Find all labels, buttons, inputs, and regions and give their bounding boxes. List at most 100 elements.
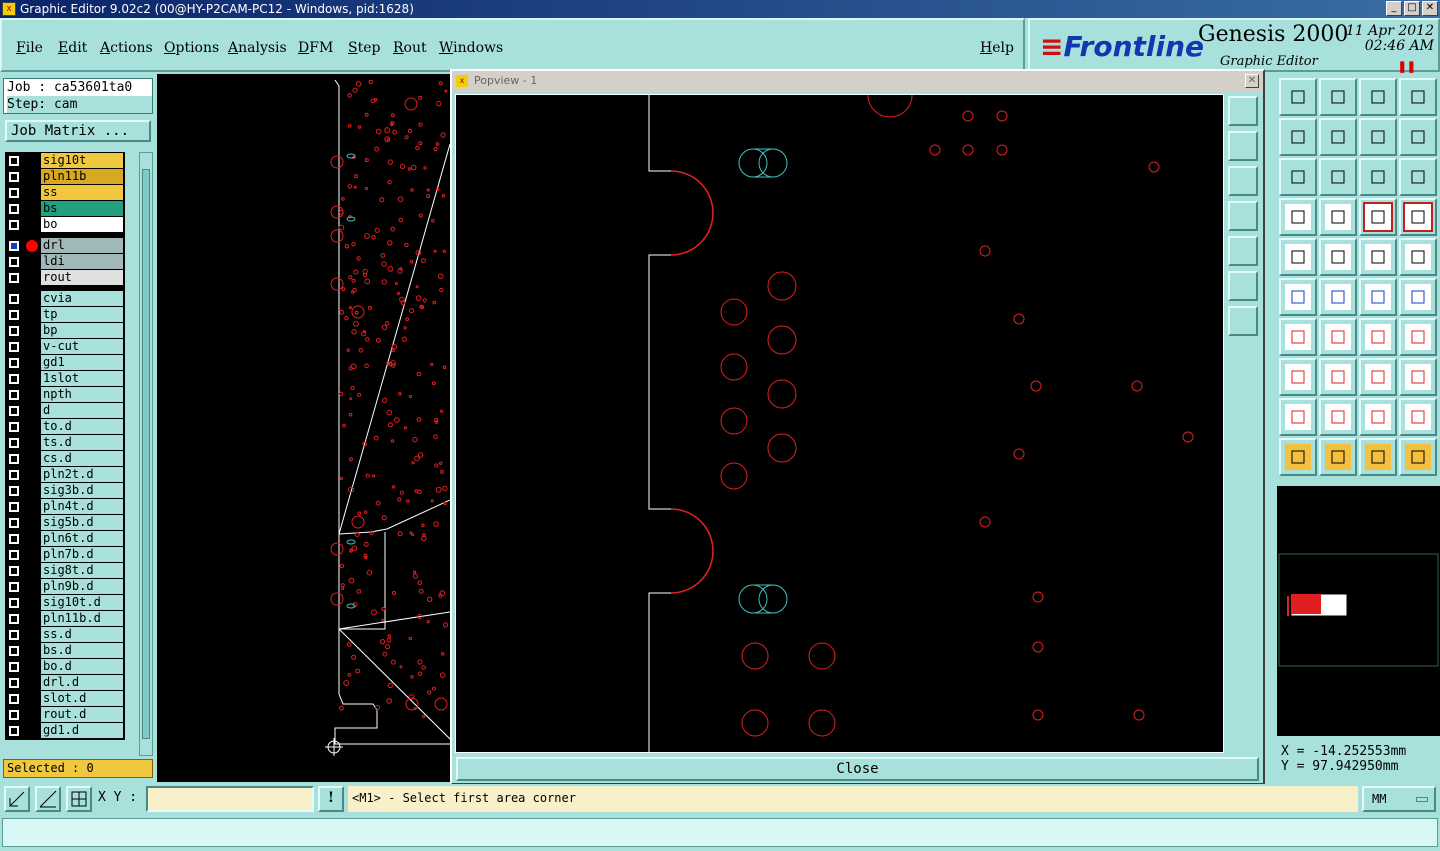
layer-name[interactable]: sig5b.d <box>41 515 123 530</box>
layer-name[interactable]: gd1.d <box>41 723 123 738</box>
layer-row[interactable]: pln11b <box>5 169 125 185</box>
layer-name[interactable]: cvia <box>41 291 123 306</box>
pan-left-icon[interactable] <box>1228 201 1258 231</box>
layer-row[interactable]: to.d <box>5 419 125 435</box>
layer-row[interactable]: sig10t <box>5 153 125 169</box>
scale-icon[interactable] <box>1359 158 1397 196</box>
layer-checkbox[interactable] <box>9 726 19 736</box>
layer-name[interactable]: bp <box>41 323 123 338</box>
layer-name[interactable]: ts.d <box>41 435 123 450</box>
layer-row[interactable]: bs.d <box>5 643 125 659</box>
layer-name[interactable]: pln11b.d <box>41 611 123 626</box>
layer-checkbox[interactable] <box>9 630 19 640</box>
layer-checkbox[interactable] <box>9 582 19 592</box>
layer-name[interactable]: drl <box>41 238 123 253</box>
layer-scrollbar[interactable] <box>139 152 153 756</box>
layer-checkbox[interactable] <box>9 454 19 464</box>
pan-down-icon[interactable] <box>1228 166 1258 196</box>
layer-name[interactable]: npth <box>41 387 123 402</box>
units-select[interactable]: MM <box>1362 786 1436 812</box>
menu-options[interactable]: Options <box>164 40 219 56</box>
layer-row[interactable]: tp <box>5 307 125 323</box>
layer-checkbox[interactable] <box>9 273 19 283</box>
fit-icon[interactable] <box>1279 158 1317 196</box>
main-graphic-canvas[interactable] <box>157 74 450 782</box>
layer-checkbox[interactable] <box>9 358 19 368</box>
layer-checkbox[interactable] <box>9 204 19 214</box>
layer-checkbox[interactable] <box>9 390 19 400</box>
layer-name[interactable]: rout.d <box>41 707 123 722</box>
route-icon[interactable] <box>1399 438 1437 476</box>
layer-row[interactable]: npth <box>5 387 125 403</box>
swap-icon[interactable] <box>1359 118 1397 156</box>
overview-map[interactable] <box>1277 486 1440 736</box>
zoom-in-icon[interactable] <box>1228 271 1258 301</box>
layer-checkbox[interactable] <box>9 294 19 304</box>
layer-row[interactable]: pln7b.d <box>5 547 125 563</box>
layer-name[interactable]: sig10t.d <box>41 595 123 610</box>
layer-name[interactable]: sig10t <box>41 153 123 168</box>
layer-name[interactable]: pln9b.d <box>41 579 123 594</box>
layer-checkbox[interactable] <box>9 694 19 704</box>
layer-row[interactable]: ts.d <box>5 435 125 451</box>
layer-row[interactable]: v-cut <box>5 339 125 355</box>
menu-actions[interactable]: Actions <box>100 40 153 56</box>
layer-name[interactable]: bs.d <box>41 643 123 658</box>
grid-view-icon[interactable] <box>1319 198 1357 236</box>
menu-edit[interactable]: Edit <box>58 40 87 56</box>
layer-checkbox[interactable] <box>9 534 19 544</box>
center-icon[interactable] <box>1319 158 1357 196</box>
xy-input[interactable] <box>146 786 314 812</box>
layer-checkbox[interactable] <box>9 502 19 512</box>
layer-name[interactable]: pln4t.d <box>41 499 123 514</box>
layer-name[interactable]: sig8t.d <box>41 563 123 578</box>
layer-checkbox[interactable] <box>9 598 19 608</box>
layer-name[interactable]: ldi <box>41 254 123 269</box>
layer-checkbox[interactable] <box>9 156 19 166</box>
dimension-icon[interactable] <box>1359 358 1397 396</box>
select-arrow-outline-icon[interactable] <box>1359 438 1397 476</box>
layer-row[interactable]: bp <box>5 323 125 339</box>
layer-checkbox[interactable] <box>9 438 19 448</box>
ruler-icon[interactable] <box>1359 238 1397 276</box>
layer-row[interactable]: rout.d <box>5 707 125 723</box>
layer-name[interactable]: gd1 <box>41 355 123 370</box>
measure-icon[interactable] <box>35 786 61 812</box>
pen-settings-icon[interactable] <box>1279 198 1317 236</box>
trim-icon[interactable] <box>1399 398 1437 436</box>
layer-checkbox[interactable] <box>9 566 19 576</box>
layer-checkbox[interactable] <box>9 646 19 656</box>
move-right-icon[interactable] <box>1319 118 1357 156</box>
layer-row[interactable]: gd1.d <box>5 723 125 739</box>
layer-name[interactable]: slot.d <box>41 691 123 706</box>
menu-dfm[interactable]: DFM <box>298 40 333 56</box>
layer-name[interactable]: rout <box>41 270 123 285</box>
arc-point-icon[interactable] <box>1359 278 1397 316</box>
layer-name[interactable]: ss <box>41 185 123 200</box>
layer-row[interactable]: drl <box>5 238 125 254</box>
layer-checkbox[interactable] <box>9 518 19 528</box>
point-icon[interactable] <box>1399 278 1437 316</box>
layer-name[interactable]: pln7b.d <box>41 547 123 562</box>
menu-windows[interactable]: Windows <box>439 40 503 56</box>
open-job-icon[interactable] <box>1279 78 1317 116</box>
menu-help[interactable]: Help <box>980 40 1014 56</box>
layer-row[interactable]: pln9b.d <box>5 579 125 595</box>
menu-rout[interactable]: Rout <box>393 40 427 56</box>
layer-name[interactable]: ss.d <box>41 627 123 642</box>
layer-row[interactable]: sig3b.d <box>5 483 125 499</box>
layer-checkbox[interactable] <box>9 470 19 480</box>
layer-checkbox[interactable] <box>9 486 19 496</box>
pad-add-icon[interactable] <box>1279 238 1317 276</box>
popview-close-button[interactable]: Close <box>456 757 1259 781</box>
polygon-icon[interactable] <box>1319 398 1357 436</box>
layer-row[interactable]: sig5b.d <box>5 515 125 531</box>
triangle-icon[interactable] <box>1279 398 1317 436</box>
line-icon[interactable] <box>1319 318 1357 356</box>
maximize-button[interactable]: □ <box>1404 1 1420 16</box>
layer-name[interactable]: pln6t.d <box>41 531 123 546</box>
zoom-window-icon[interactable] <box>1228 96 1258 126</box>
layer-checkbox[interactable] <box>9 342 19 352</box>
layer-checkbox[interactable] <box>9 678 19 688</box>
save-icon[interactable] <box>1319 78 1357 116</box>
